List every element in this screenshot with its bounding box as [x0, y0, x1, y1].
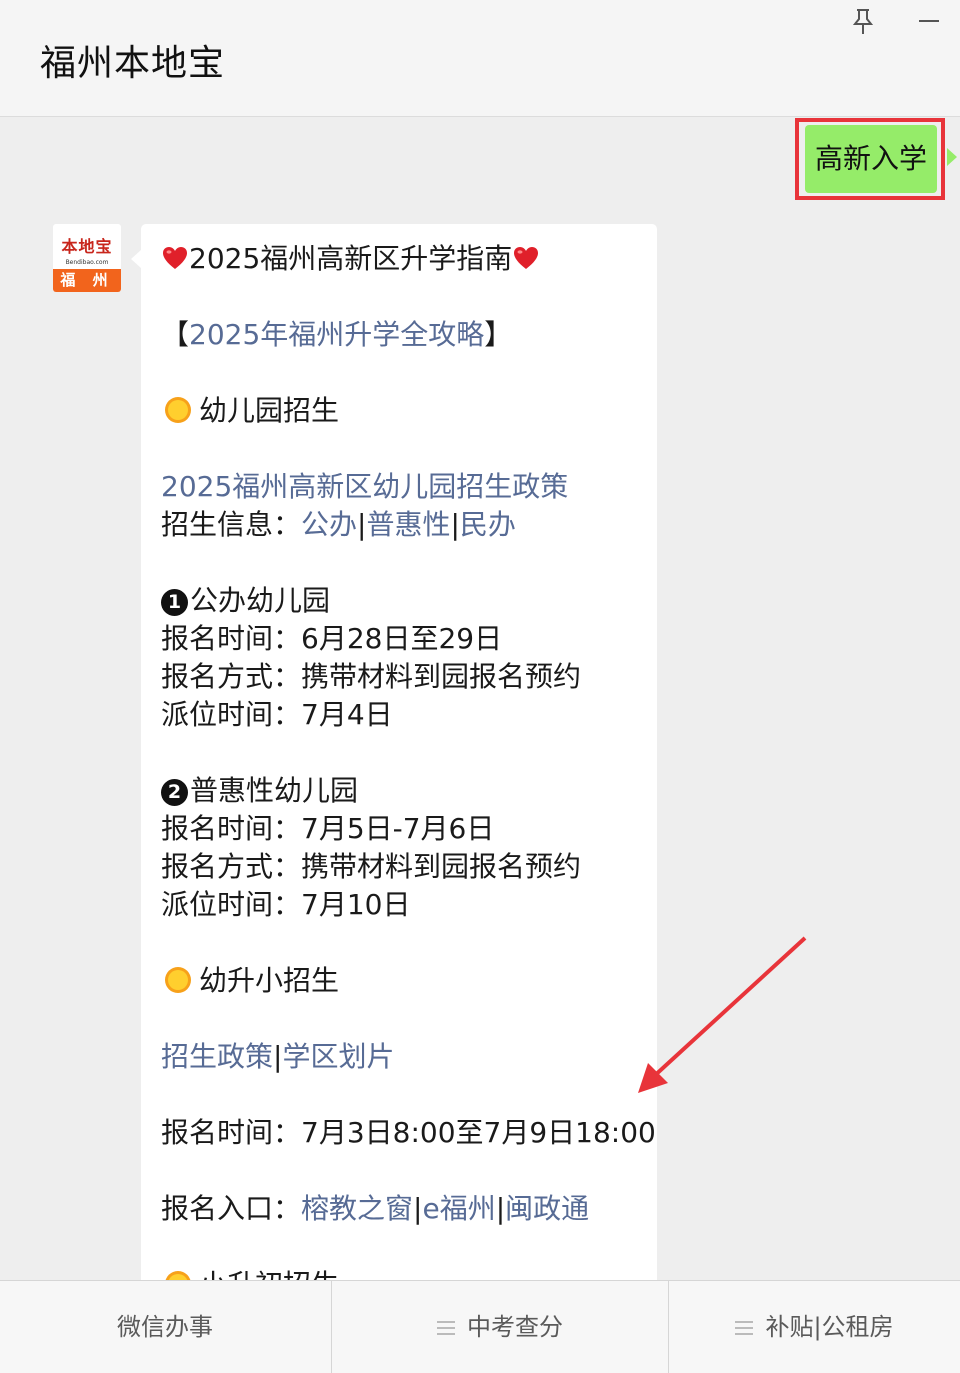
- separator: |: [495, 1192, 506, 1225]
- inclusive-reg-time: 报名时间：7月5日-7月6日: [161, 812, 495, 845]
- avatar[interactable]: 本地宝 Bendibao.com 福 州: [53, 224, 121, 292]
- heart-icon: [163, 247, 187, 269]
- info-link-public[interactable]: 公办: [301, 508, 357, 541]
- bottom-menu-bar: 微信办事 中考查分 补贴|公租房: [0, 1280, 960, 1373]
- middle-heading-line: 小升初招生: [161, 1266, 651, 1280]
- avatar-city: 福 州: [53, 269, 121, 292]
- public-reg-time: 报名时间：6月28日至29日: [161, 622, 503, 655]
- public-reg-method: 报名方式：携带材料到园报名预约: [161, 660, 582, 693]
- kindergarten-policy-line: 2025福州高新区幼儿园招生政策: [161, 468, 651, 506]
- primary-heading: 幼升小招生: [199, 964, 340, 997]
- public-assign-time: 派位时间：7月4日: [161, 698, 393, 731]
- avatar-logo: 本地宝 Bendibao.com: [53, 224, 121, 268]
- primary-entry-line: 报名入口：榕教之窗|e福州|闽政通: [161, 1190, 651, 1228]
- sent-message-bubble[interactable]: 高新入学: [805, 125, 937, 193]
- inclusive-kindergarten-heading-line: 2 普惠性幼儿园: [161, 772, 651, 810]
- heart-icon: [514, 247, 539, 269]
- primary-links-line: 招生政策|学区划片: [161, 1038, 651, 1076]
- kindergarten-heading: 幼儿园招生: [199, 394, 340, 427]
- sent-bubble-tail: [947, 148, 957, 166]
- number-two-icon: 2: [161, 779, 188, 806]
- kindergarten-info-line: 招生信息：公办|普惠性|民办: [161, 506, 651, 544]
- inclusive-assign-time: 派位时间：7月10日: [161, 888, 411, 921]
- title-bar: 福州本地宝: [0, 0, 960, 117]
- entry-link-minzhengtong[interactable]: 闽政通: [505, 1192, 589, 1225]
- middle-heading: 小升初招生: [199, 1268, 339, 1280]
- avatar-domain: Bendibao.com: [65, 259, 109, 266]
- sun-icon: [165, 1271, 191, 1280]
- menu-icon: [437, 1321, 455, 1335]
- entry-link-rongjiao[interactable]: 榕教之窗: [301, 1192, 413, 1225]
- info-link-private[interactable]: 民办: [460, 508, 516, 541]
- sun-icon: [165, 967, 191, 993]
- kindergarten-policy-link[interactable]: 2025福州高新区幼儿园招生政策: [161, 470, 568, 503]
- sun-icon: [165, 397, 191, 423]
- info-label: 招生信息：: [161, 508, 302, 541]
- menu-item-exam-scores[interactable]: 中考查分: [331, 1281, 668, 1373]
- highlight-box: 高新入学: [795, 118, 945, 200]
- separator: |: [450, 508, 460, 541]
- avatar-brand: 本地宝: [61, 237, 113, 256]
- primary-policy-link[interactable]: 招生政策: [161, 1040, 273, 1073]
- guide-line: 【2025年福州升学全攻略】: [161, 316, 651, 354]
- entry-label: 报名入口：: [161, 1192, 302, 1225]
- menu-item-wechat-services[interactable]: 微信办事: [0, 1281, 330, 1373]
- primary-reg-time: 报名时间：7月3日8:00至7月9日18:00: [161, 1116, 656, 1149]
- reply-title-line: 2025福州高新区升学指南: [161, 240, 651, 278]
- annotation-arrow-icon: [638, 936, 807, 1093]
- reply-title: 2025福州高新区升学指南: [189, 242, 513, 275]
- guide-bracket-close: 】: [484, 318, 513, 351]
- inclusive-reg-method: 报名方式：携带材料到园报名预约: [161, 850, 582, 883]
- minimize-icon[interactable]: [914, 6, 944, 36]
- guide-link[interactable]: 2025年福州升学全攻略: [189, 318, 484, 351]
- pin-icon[interactable]: [848, 6, 878, 36]
- menu-item-label: 补贴|公租房: [765, 1313, 894, 1341]
- menu-item-label: 中考查分: [467, 1313, 563, 1341]
- info-link-inclusive[interactable]: 普惠性: [366, 508, 450, 541]
- reply-message-bubble: 2025福州高新区升学指南 【2025年福州升学全攻略】 幼儿园招生 2025福…: [141, 224, 657, 1280]
- chat-area[interactable]: 高新入学 本地宝 Bendibao.com 福 州 2025福州高新区升学指南 …: [0, 118, 960, 1280]
- public-kindergarten-heading-line: 1 公办幼儿园: [161, 582, 651, 620]
- menu-icon: [735, 1321, 754, 1335]
- chat-title: 福州本地宝: [40, 43, 226, 84]
- entry-link-efuzhou[interactable]: e福州: [422, 1192, 495, 1225]
- number-one-icon: 1: [161, 589, 188, 616]
- public-kindergarten-heading: 公办幼儿园: [190, 584, 331, 617]
- school-district-link[interactable]: 学区划片: [282, 1040, 394, 1073]
- reply-bubble-tail: [131, 250, 141, 268]
- menu-item-label: 微信办事: [117, 1313, 213, 1341]
- kindergarten-heading-line: 幼儿园招生: [161, 392, 651, 430]
- primary-heading-line: 幼升小招生: [161, 962, 651, 1000]
- guide-bracket-open: 【: [161, 318, 190, 351]
- reply-message-content: 2025福州高新区升学指南 【2025年福州升学全攻略】 幼儿园招生 2025福…: [161, 240, 656, 1280]
- inclusive-kindergarten-heading: 普惠性幼儿园: [190, 774, 359, 807]
- menu-item-subsidy-housing[interactable]: 补贴|公租房: [668, 1281, 960, 1373]
